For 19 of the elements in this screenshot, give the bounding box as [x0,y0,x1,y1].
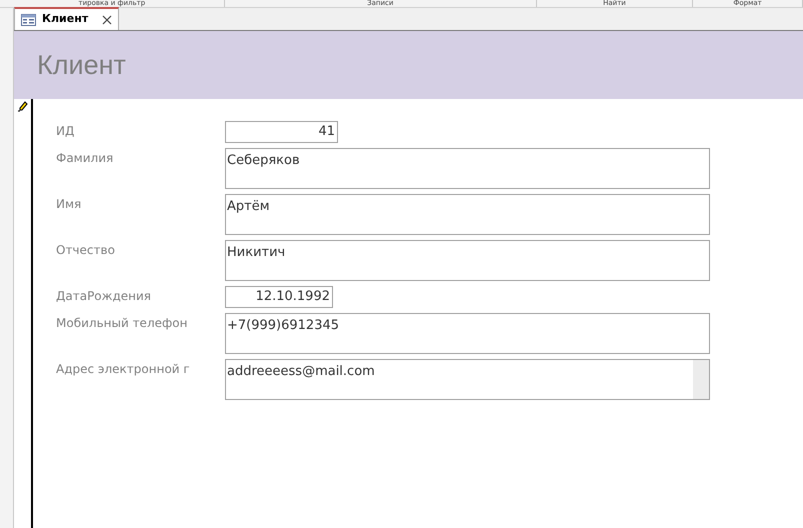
input-field[interactable]: 12.10.1992 [225,286,333,308]
form-title: Клиент [37,48,126,82]
scrollbar[interactable] [693,360,709,399]
form-tab[interactable]: Клиент [14,7,120,30]
form-icon [21,14,36,26]
field-label: Адрес электронной г [56,361,191,378]
field-label: Фамилия [56,150,114,167]
field-label: Имя [56,196,82,213]
input-field[interactable]: Никитич [225,240,710,281]
input-field[interactable]: addreeeess@mail.com [225,359,710,400]
input-field[interactable]: 41 [225,121,338,143]
field-label: ДатаРождения [56,288,152,305]
field-label: ИД [56,123,76,140]
input-field[interactable]: +7(999)6912345 [225,313,710,354]
close-icon[interactable] [102,14,112,24]
input-field[interactable]: Артём [225,194,710,235]
field-label: Отчество [56,242,116,259]
input-field[interactable]: Себеряков [225,148,710,189]
field-label: Мобильный телефон [56,315,188,332]
